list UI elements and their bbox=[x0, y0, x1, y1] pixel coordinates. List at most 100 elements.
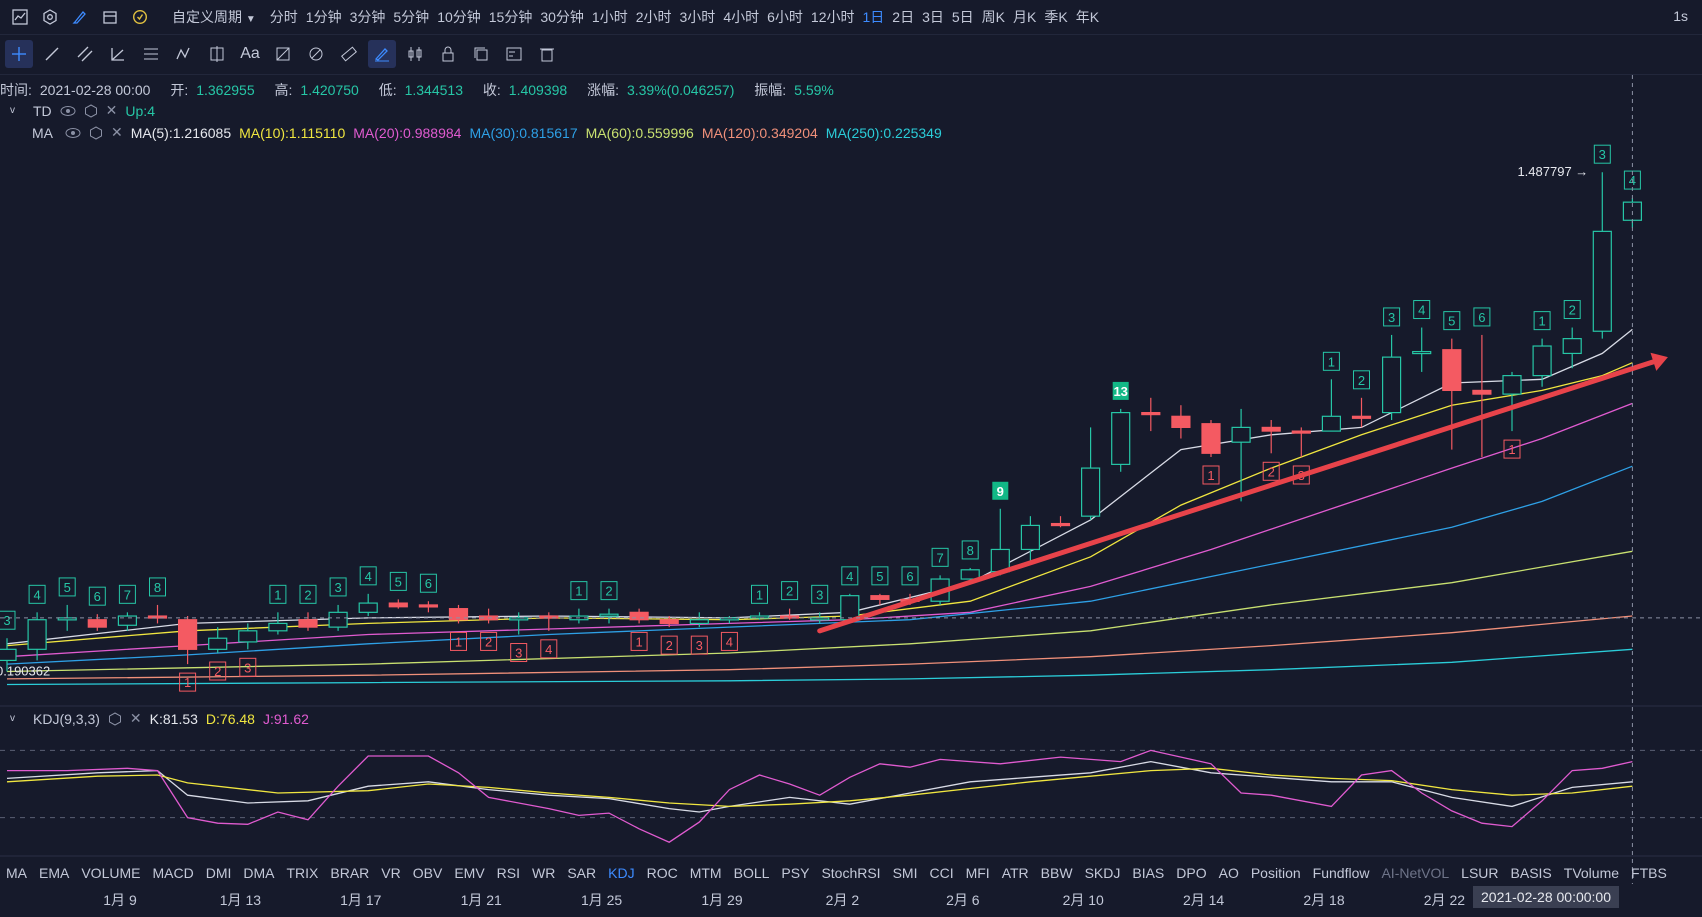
indicator-tab-dma[interactable]: DMA bbox=[237, 865, 280, 881]
ma-name: MA bbox=[32, 124, 53, 141]
time-value: 2021-02-28 00:00 bbox=[39, 82, 151, 98]
candle: 7 bbox=[117, 584, 138, 631]
ma-legend-item: MA(120):0.349204 bbox=[701, 124, 818, 141]
candle: 8 bbox=[147, 577, 168, 624]
date-axis: 22月 222月 182月 142月 102月 62月 21月 291月 251… bbox=[0, 886, 1702, 912]
candle-body bbox=[418, 604, 438, 608]
indicator-tab-boll[interactable]: BOLL bbox=[728, 865, 776, 881]
candle-body bbox=[1442, 349, 1462, 392]
candle-body bbox=[27, 619, 47, 650]
td-up-count: 5 bbox=[395, 574, 402, 589]
indicator-tab-brar[interactable]: BRAR bbox=[324, 865, 375, 881]
settings-icon[interactable] bbox=[89, 125, 103, 140]
candle: 2 bbox=[1351, 370, 1372, 428]
date-tick: 2月 6 bbox=[946, 892, 980, 908]
close-label: 收: bbox=[482, 82, 501, 98]
low-field: 低: 1.344513 bbox=[379, 82, 471, 98]
high-field: 高: 1.420750 bbox=[275, 82, 367, 98]
candle: 5 bbox=[57, 577, 77, 631]
indicator-tab-cci[interactable]: CCI bbox=[923, 865, 959, 881]
candle-body bbox=[208, 637, 228, 650]
indicator-tab-ema[interactable]: EMA bbox=[33, 865, 75, 881]
candle: 1 bbox=[268, 584, 288, 635]
indicator-tab-emv[interactable]: EMV bbox=[448, 865, 490, 881]
indicator-tab-mfi[interactable]: MFI bbox=[960, 865, 996, 881]
candle: 2 bbox=[479, 608, 499, 651]
td-up-count: 1 bbox=[274, 587, 281, 602]
indicator-tab-trix[interactable]: TRIX bbox=[281, 865, 325, 881]
time-label: 时间: bbox=[0, 82, 32, 98]
td-up-count: 2 bbox=[786, 584, 793, 599]
indicator-tab-fundflow[interactable]: Fundflow bbox=[1307, 865, 1376, 881]
td-down-count: 3 bbox=[515, 646, 522, 661]
eye-icon[interactable] bbox=[65, 127, 81, 139]
indicator-tab-macd[interactable]: MACD bbox=[146, 865, 199, 881]
indicator-tab-kdj[interactable]: KDJ bbox=[602, 865, 640, 881]
candle-body bbox=[87, 619, 107, 628]
indicator-tab-ftbs[interactable]: FTBS bbox=[1625, 865, 1673, 881]
ma-legend-item: MA(250):0.225349 bbox=[825, 124, 942, 141]
settings-icon[interactable] bbox=[108, 711, 122, 726]
td-indicator-row: v TD ✕ Up:4 bbox=[10, 102, 163, 119]
candle-body bbox=[689, 619, 709, 625]
candle-body bbox=[0, 648, 17, 662]
indicator-tab-basis[interactable]: BASIS bbox=[1505, 865, 1558, 881]
collapse-chevron-icon[interactable]: v bbox=[10, 713, 15, 724]
indicator-tab-mtm[interactable]: MTM bbox=[684, 865, 728, 881]
close-value: 1.409398 bbox=[508, 82, 568, 98]
indicator-tab-sar[interactable]: SAR bbox=[561, 865, 602, 881]
low-value: 1.344513 bbox=[404, 82, 463, 98]
candle-body bbox=[388, 602, 408, 608]
indicator-tab-smi[interactable]: SMI bbox=[887, 865, 924, 881]
close-icon[interactable]: ✕ bbox=[111, 124, 123, 141]
indicator-tab-bbw[interactable]: BBW bbox=[1035, 865, 1079, 881]
indicator-tab-volume[interactable]: VOLUME bbox=[75, 865, 146, 881]
indicator-tab-ma[interactable]: MA bbox=[0, 865, 33, 881]
td-down-count: 4 bbox=[726, 634, 733, 649]
close-icon[interactable]: ✕ bbox=[106, 102, 118, 119]
td-value: Up:4 bbox=[125, 102, 155, 119]
date-tick: 2月 18 bbox=[1303, 892, 1345, 908]
td-up-count: 3 bbox=[3, 613, 10, 628]
indicator-tab-obv[interactable]: OBV bbox=[407, 865, 449, 881]
indicator-tab-atr[interactable]: ATR bbox=[996, 865, 1035, 881]
td-up-count: 4 bbox=[33, 587, 40, 602]
td-up-count: 6 bbox=[1478, 310, 1485, 325]
candle: 1 bbox=[1502, 371, 1522, 459]
indicator-tab-rsi[interactable]: RSI bbox=[491, 865, 526, 881]
close-icon[interactable]: ✕ bbox=[130, 710, 142, 727]
indicator-tab-position[interactable]: Position bbox=[1245, 865, 1307, 881]
td-down-count: 1 bbox=[635, 634, 642, 649]
eye-icon[interactable] bbox=[60, 105, 76, 117]
indicator-tab-psy[interactable]: PSY bbox=[775, 865, 815, 881]
trendline-arrow bbox=[817, 358, 1659, 634]
indicator-tab-dpo[interactable]: DPO bbox=[1170, 865, 1212, 881]
indicator-tab-lsur[interactable]: LSUR bbox=[1455, 865, 1504, 881]
candle-body bbox=[1050, 522, 1071, 527]
indicator-tab-dmi[interactable]: DMI bbox=[200, 865, 238, 881]
td-down-count: 4 bbox=[545, 642, 552, 657]
date-tick: 1月 13 bbox=[219, 892, 262, 908]
indicator-tab-ai-netvol[interactable]: AI-NetVOL bbox=[1375, 865, 1455, 881]
ma-legend-item: MA(30):0.815617 bbox=[469, 124, 578, 141]
candle: 13 bbox=[1111, 381, 1131, 472]
collapse-chevron-icon[interactable]: v bbox=[10, 105, 15, 116]
candle-body bbox=[1291, 430, 1311, 434]
settings-icon[interactable] bbox=[84, 103, 98, 118]
indicator-tab-stochrsi[interactable]: StochRSI bbox=[815, 865, 886, 881]
indicator-tab-wr[interactable]: WR bbox=[526, 865, 561, 881]
indicator-tab-ao[interactable]: AO bbox=[1213, 865, 1245, 881]
date-tick: 2月 10 bbox=[1062, 892, 1104, 908]
candle-body bbox=[870, 595, 890, 600]
td-name: TD bbox=[33, 102, 52, 119]
candle: 1 bbox=[629, 608, 649, 651]
indicator-tab-bias[interactable]: BIAS bbox=[1126, 865, 1170, 881]
date-tick: 1月 17 bbox=[340, 892, 382, 908]
candle: 1 bbox=[749, 584, 770, 620]
indicator-tab-vr[interactable]: VR bbox=[375, 865, 406, 881]
indicator-tab-tvolume[interactable]: TVolume bbox=[1558, 865, 1625, 881]
indicator-tab-roc[interactable]: ROC bbox=[641, 865, 684, 881]
indicator-tab-skdj[interactable]: SKDJ bbox=[1079, 865, 1127, 881]
candle-body bbox=[659, 619, 679, 625]
candle: 2 bbox=[779, 581, 800, 620]
